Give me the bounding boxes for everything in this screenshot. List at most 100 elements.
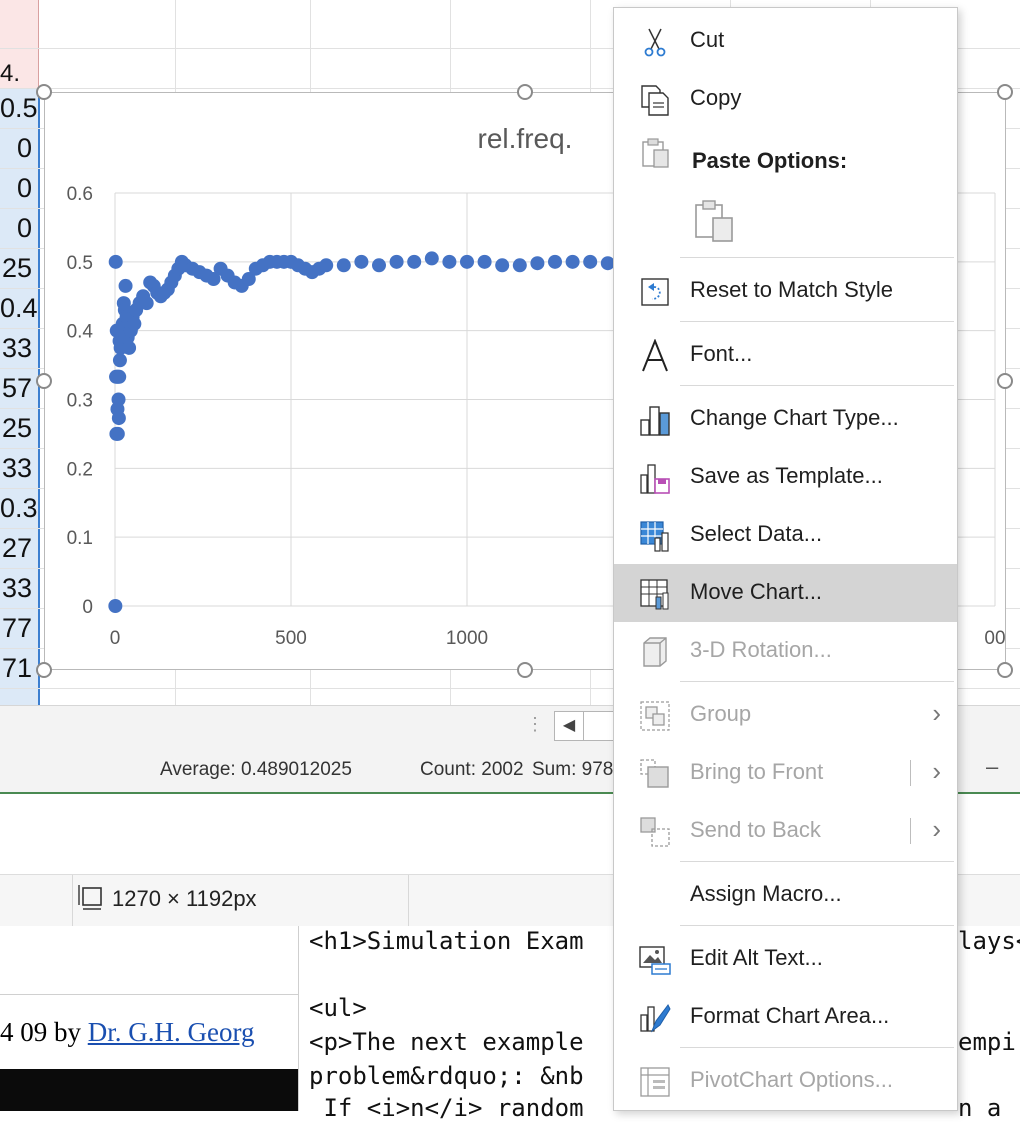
menu-item-send-to-back[interactable]: Send to Back › [614, 802, 957, 860]
menu-item-3d-rotation[interactable]: 3-D Rotation... [614, 622, 957, 680]
menu-item-change-chart-type[interactable]: Change Chart Type... [614, 390, 957, 448]
resize-icon [78, 885, 102, 910]
menu-item-label: Cut [690, 27, 725, 52]
menu-separator [680, 1047, 954, 1048]
data-point [424, 251, 439, 266]
cell-value[interactable]: 0 [0, 128, 32, 168]
data-point [336, 258, 351, 273]
code-line: <ul> [309, 994, 367, 1022]
menu-item-select-data[interactable]: Select Data... [614, 506, 957, 564]
code-line: problem&rdquo;: &nb [309, 1062, 584, 1090]
data-point [111, 411, 126, 426]
menu-item-copy[interactable]: Copy [614, 70, 957, 128]
menu-item-group[interactable]: Group › [614, 686, 957, 744]
resize-handle-bottom-right[interactable] [997, 662, 1013, 678]
data-point [111, 392, 126, 407]
menu-item-label: PivotChart Options... [690, 1067, 893, 1092]
code-line: <h1>Simulation Exam [309, 927, 584, 955]
data-point [354, 254, 369, 269]
resize-handle-right[interactable] [997, 373, 1013, 389]
cell-value[interactable]: 0.3 [0, 488, 38, 528]
cell-value[interactable]: 0 [0, 168, 32, 208]
paste-options-header: Paste Options: [692, 148, 848, 173]
menu-item-font[interactable]: Font... [614, 326, 957, 384]
cell-value[interactable]: 33 [0, 568, 32, 608]
chevron-right-icon: › [932, 756, 941, 786]
chevron-right-icon: › [932, 814, 941, 844]
data-point [108, 599, 123, 613]
menu-item-label: Group [690, 701, 752, 726]
data-point [460, 254, 474, 269]
data-point [319, 258, 334, 273]
cell-value[interactable]: 0.4 [0, 288, 38, 328]
horizontal-scrollbar[interactable] [584, 711, 614, 741]
status-sum: Sum: 978 [532, 759, 614, 780]
data-point [565, 254, 580, 269]
y-tick-label: 0.2 [67, 459, 93, 480]
y-tick-label: 0 [82, 597, 93, 618]
group-icon [640, 701, 670, 731]
menu-item-bring-to-front[interactable]: Bring to Front › [614, 744, 957, 802]
pivot-options-icon [640, 1067, 670, 1097]
resize-handle-top-left[interactable] [36, 84, 52, 100]
menu-separator [680, 681, 954, 682]
cell-value[interactable]: 33 [0, 448, 32, 488]
cell-value[interactable]: 25 [0, 248, 32, 288]
scissors-icon [644, 28, 666, 57]
x-tick-label: 0 [110, 628, 121, 649]
data-point [110, 426, 125, 441]
menu-item-cut[interactable]: Cut [614, 12, 957, 70]
cell-value[interactable]: 33 [0, 328, 32, 368]
menu-item-format-chart-area[interactable]: Format Chart Area... [614, 988, 957, 1046]
cell-value[interactable]: 0 [0, 208, 32, 248]
cell-value[interactable]: 0.5 [0, 88, 38, 128]
data-point [139, 296, 154, 311]
menu-item-label: Edit Alt Text... [690, 945, 823, 970]
zoom-minus-icon[interactable]: – [986, 754, 998, 780]
cell-value[interactable]: 57 [0, 368, 32, 408]
menu-item-edit-alt-text[interactable]: Edit Alt Text... [614, 930, 957, 988]
splitter-handle-icon[interactable]: ⋮ [526, 714, 544, 735]
data-point [112, 369, 127, 384]
cell-value[interactable]: 25 [0, 408, 32, 448]
cell-top-value[interactable]: 4. [0, 60, 20, 87]
scroll-left-button[interactable]: ◀ [554, 711, 584, 741]
cell-value[interactable]: 71 [0, 648, 32, 688]
x-tick-label: 500 [275, 628, 307, 649]
code-line-fragment: lays< [958, 927, 1020, 955]
code-line-fragment: n a [958, 1094, 1002, 1122]
status-average: Average: 0.489012025 [160, 759, 352, 780]
menu-item-pivotchart-options[interactable]: PivotChart Options... [614, 1052, 957, 1110]
data-point [477, 254, 492, 269]
cell-value[interactable]: 27 [0, 528, 32, 568]
menu-item-assign-macro[interactable]: Assign Macro... [614, 866, 957, 924]
menu-item-label: Save as Template... [690, 463, 883, 488]
menu-item-label: Bring to Front [690, 759, 824, 784]
chart-type-icon [640, 406, 670, 436]
data-point [512, 258, 527, 273]
x-tick-label: 00 [984, 628, 1005, 649]
move-chart-icon [640, 579, 669, 610]
resize-handle-left[interactable] [36, 373, 52, 389]
3d-rotation-icon [643, 637, 667, 667]
resize-handle-top[interactable] [517, 84, 533, 100]
resize-handle-bottom[interactable] [517, 662, 533, 678]
cell-value[interactable]: 77 [0, 608, 32, 648]
menu-item-label: Change Chart Type... [690, 405, 899, 430]
author-link[interactable]: Dr. G.H. Georg [88, 1017, 255, 1047]
data-point [548, 254, 562, 269]
byline: 4 09 by Dr. G.H. Georg [0, 1017, 254, 1048]
data-point [530, 256, 545, 271]
font-icon [642, 339, 668, 372]
menu-item-label: Font... [690, 341, 753, 366]
data-point [118, 278, 133, 293]
menu-item-reset-to-match-style[interactable]: Reset to Match Style [614, 262, 957, 320]
reset-style-icon [641, 278, 669, 306]
paste-icon[interactable] [692, 198, 736, 244]
menu-item-move-chart[interactable]: Move Chart... [614, 564, 957, 622]
split-divider [910, 818, 911, 844]
menu-item-save-as-template[interactable]: Save as Template... [614, 448, 957, 506]
resize-handle-top-right[interactable] [997, 84, 1013, 100]
resize-handle-bottom-left[interactable] [36, 662, 52, 678]
send-back-icon [640, 817, 670, 847]
